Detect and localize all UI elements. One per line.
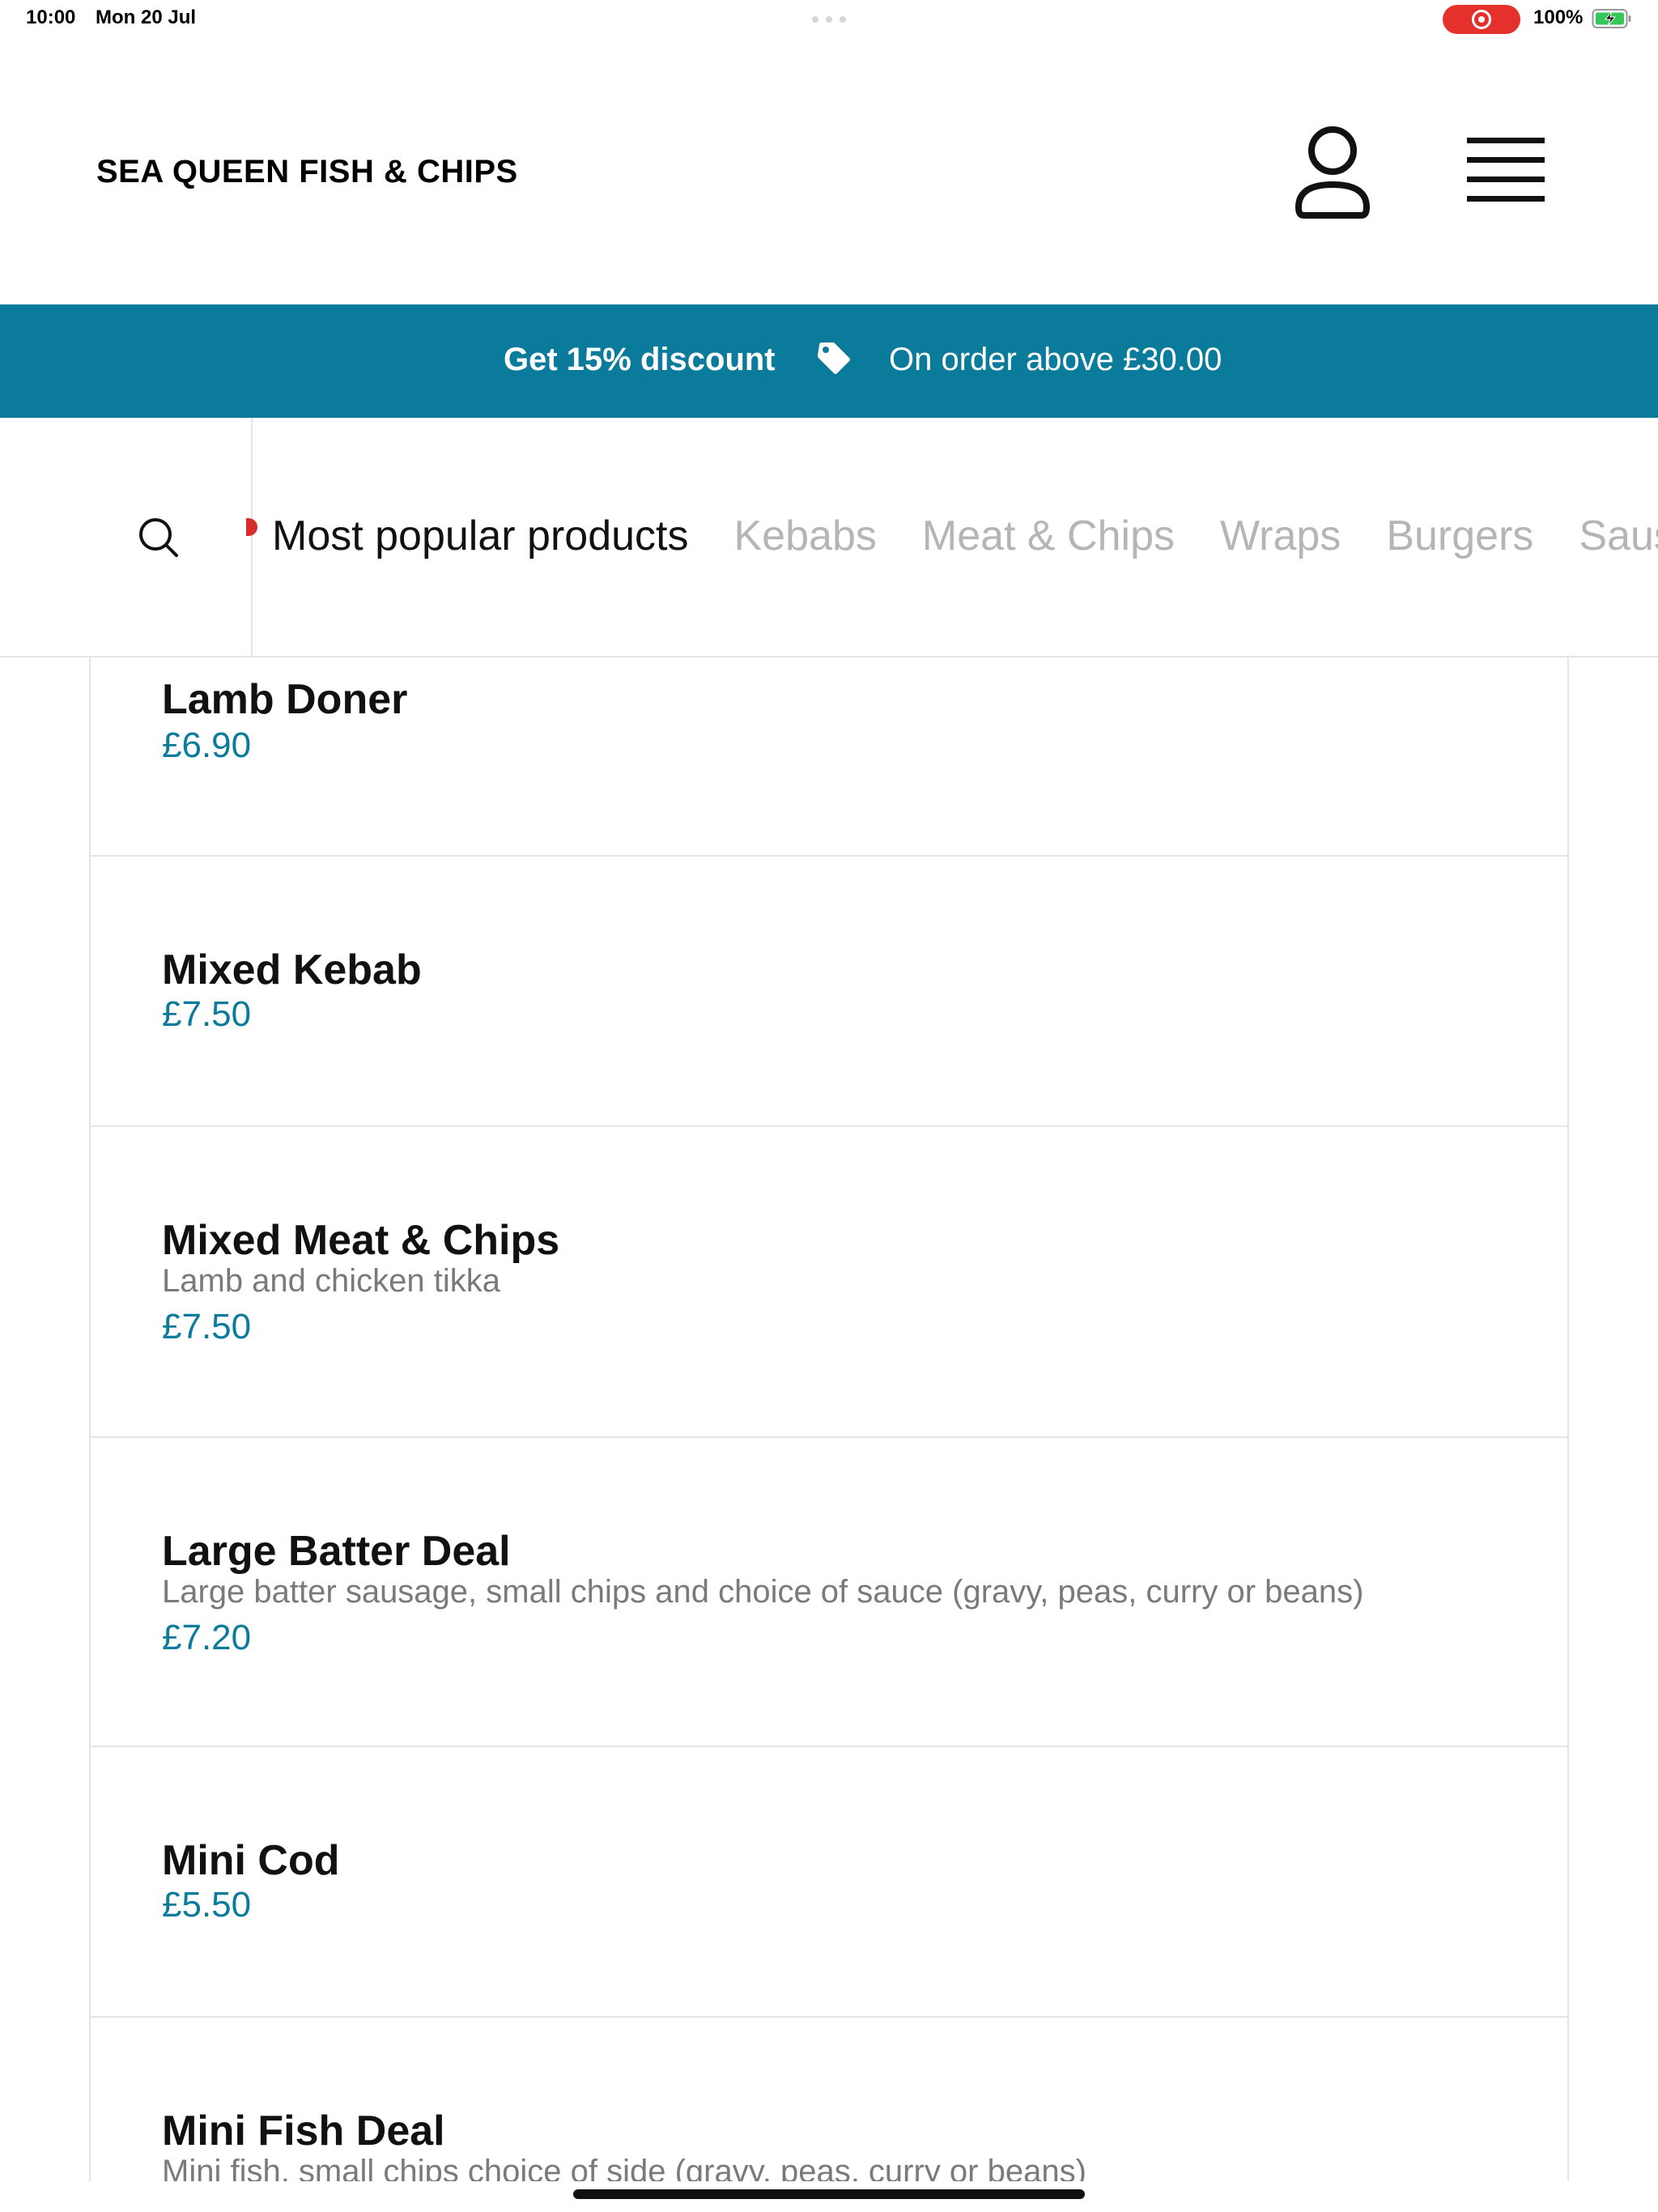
product-price: £5.50 [162, 1885, 252, 1925]
product-name: Mixed Kebab [162, 946, 422, 993]
tab-wraps[interactable]: Wraps [1220, 512, 1341, 560]
product-card[interactable]: Mixed Kebab £7.50 [91, 857, 1567, 1127]
price-tag-icon [818, 342, 850, 374]
product-name: Mini Cod [162, 1837, 340, 1884]
popular-marker-icon [246, 518, 257, 536]
product-list: Lamb Doner £6.90 Mixed Kebab £7.50 Mixed… [89, 657, 1569, 2181]
status-bar: 10:00 Mon 20 Jul 100% [0, 0, 1658, 39]
product-price: £7.50 [162, 1307, 252, 1346]
category-tabs: Most popular products Kebabs Meat & Chip… [272, 512, 1658, 560]
category-divider [251, 418, 253, 656]
product-description: Large batter sausage, small chips and ch… [162, 1574, 1364, 1610]
status-date: Mon 20 Jul [96, 6, 197, 28]
brand-title[interactable]: SEA QUEEN FISH & CHIPS [96, 154, 518, 190]
promo-title: Get 15% discount [504, 342, 776, 377]
product-card[interactable]: Mini Fish Deal Mini fish, small chips ch… [91, 2018, 1567, 2181]
product-price: £7.20 [162, 1618, 252, 1657]
product-card[interactable]: Lamb Doner £6.90 [91, 657, 1567, 857]
header [0, 78, 1658, 304]
product-name: Mixed Meat & Chips [162, 1217, 560, 1264]
person-icon[interactable] [1292, 123, 1373, 220]
discount-banner: Get 15% discount On order above £30.00 [0, 304, 1658, 418]
product-name: Mini Fish Deal [162, 2108, 445, 2155]
tab-meat-and-chips[interactable]: Meat & Chips [922, 512, 1175, 560]
status-time: 10:00 [26, 6, 76, 28]
search-icon[interactable] [138, 517, 180, 559]
product-price: £6.90 [162, 725, 252, 765]
product-description: Lamb and chicken tikka [162, 1263, 501, 1299]
tab-kebabs[interactable]: Kebabs [734, 512, 877, 560]
product-card[interactable]: Mixed Meat & Chips Lamb and chicken tikk… [91, 1127, 1567, 1438]
category-bar: Most popular products Kebabs Meat & Chip… [0, 418, 1658, 657]
promo-subtitle: On order above £30.00 [889, 342, 1222, 377]
home-indicator[interactable] [573, 2189, 1085, 2199]
product-card[interactable]: Mini Cod £5.50 [91, 1747, 1567, 2018]
multitasking-dots-icon[interactable] [812, 16, 846, 23]
tab-sausages[interactable]: Sausages [1579, 512, 1658, 560]
battery-percent: 100% [1533, 6, 1584, 28]
product-card[interactable]: Large Batter Deal Large batter sausage, … [91, 1438, 1567, 1747]
tab-most-popular-products[interactable]: Most popular products [272, 512, 689, 560]
product-description: Mini fish, small chips choice of side (g… [162, 2154, 1086, 2181]
hamburger-menu-icon[interactable] [1464, 133, 1548, 206]
tab-burgers[interactable]: Burgers [1386, 512, 1533, 560]
product-name: Lamb Doner [162, 676, 408, 723]
screen-recording-icon[interactable] [1443, 5, 1520, 34]
product-price: £7.50 [162, 994, 252, 1034]
product-name: Large Batter Deal [162, 1528, 511, 1575]
battery-charging-icon [1592, 9, 1631, 28]
